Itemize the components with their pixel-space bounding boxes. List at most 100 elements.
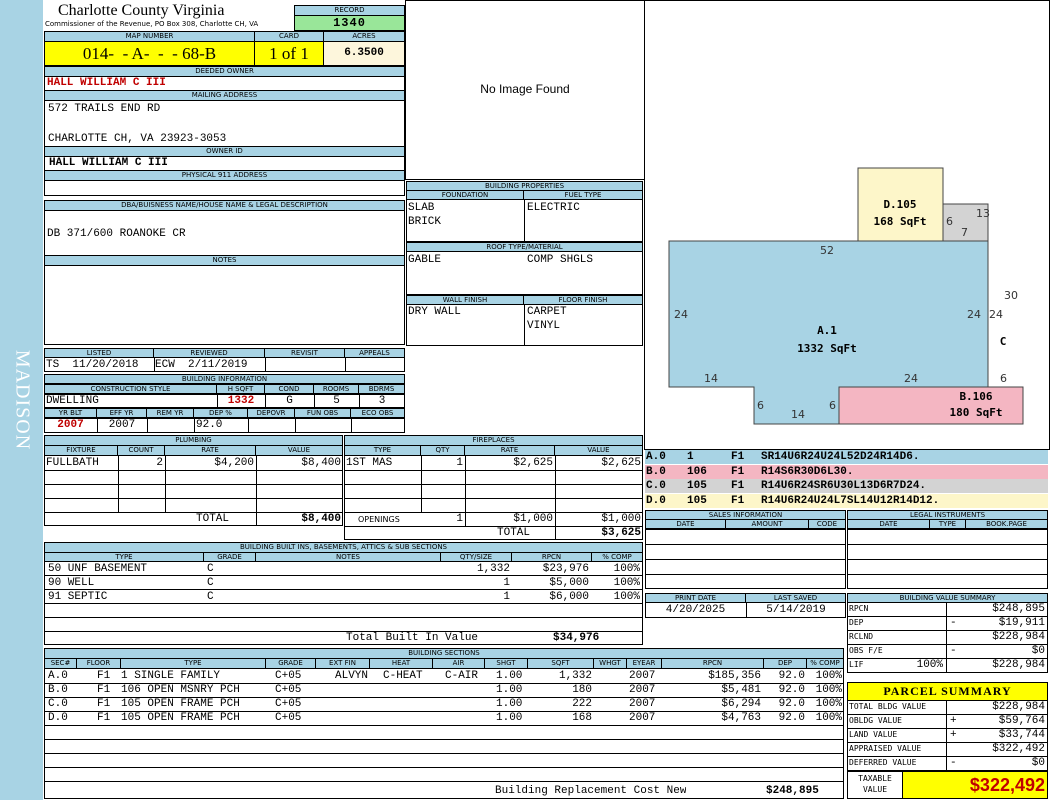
section-shgt: 1.00 [496,670,523,682]
card-number: 1 of 1 [254,41,324,66]
openings-qty: 1 [456,513,463,525]
sketch-legend-desc: R14S6R30D6L30. [761,465,854,478]
sketch-legend-sec: B.0 [646,465,666,478]
value-summary-value: $228,984 [992,631,1045,643]
parcel-summary-sign: - [950,757,957,769]
section-extfin: ALVYN [335,670,369,682]
section-sec: D.0 [48,712,68,724]
dim-a-left: 24 [674,308,688,321]
notes-box [44,265,405,345]
legal-col-book: BOOK.PAGE [965,519,1048,529]
sketch-legend-floor: F1 [731,480,745,492]
fireplaces-total-label: TOTAL [497,527,531,539]
section-comp: 100% [815,698,842,710]
value-summary-row: LIF 100% $228,984 [847,658,1048,673]
section-eyear: 2007 [629,712,656,724]
sketch-label-d-name: D.105 [883,198,916,211]
value-summary-value: $19,911 [998,617,1045,629]
floor-finish-2: VINYL [527,320,561,332]
builtin-comp: 100% [613,563,640,575]
value-summary-row: OBS F/E - $0 [847,644,1048,659]
sketch-label-d-area: 168 SqFt [874,215,927,228]
value-summary-divider [946,630,947,645]
bedrooms: 3 [378,395,386,407]
listed-value: TS 11/20/2018 [46,359,139,371]
section-heat: C-HEAT [383,670,423,682]
parcel-summary-label: APPRAISED VALUE [849,744,922,753]
yrblt-label: YR BLT [44,408,97,418]
section-comp: 100% [815,712,842,724]
sketch-legend-desc: SR14U6R24U24L52D24R14D6. [761,451,920,463]
sketch-label-c-name: C [1000,335,1007,348]
sketch-legend-row: D.0 105 F1 R14U6R24U24L7SL14U12R14D12. [645,493,1048,508]
rooms: 5 [333,395,340,407]
section-rpcn: $185,356 [708,670,761,682]
sketch-label-b-area: 180 SqFt [950,406,1003,419]
dim-a-bot-left: 14 [704,372,718,385]
section-grade: C+05 [275,670,302,682]
reviewed-value: ECW 2/11/2019 [155,359,248,371]
dim-notch-left: 6 [757,399,764,412]
dim-c-left: 24 [989,308,1003,321]
floor-finish-1: CARPET [527,306,567,318]
dba-legal-description: DB 371/600 ROANOKE CR [47,228,186,240]
plumbing-total: $8,400 [301,513,341,525]
section-rpcn: $5,481 [721,684,761,696]
physical-address [44,180,405,196]
dim-notch-bot: 14 [791,408,805,421]
section-dep: 92.0 [778,698,805,710]
fireplace-value: $2,625 [601,457,641,469]
dim-c-top: 13 [976,207,990,220]
section-sqft: 168 [572,712,592,724]
roof-type: GABLE [408,254,442,266]
cond-label: COND [264,384,314,394]
building-sketch: 52 24 24 24 30 13 6 7 14 24 6 6 14 6 D.1… [668,167,1024,425]
sales-col-code: CODE [808,519,846,529]
foundation-2: BRICK [408,216,442,228]
building-info-title: BUILDING INFORMATION [44,374,405,384]
parcel-summary-divider [946,728,947,743]
section-sec: C.0 [48,698,68,710]
plumbing-rate: $4,200 [214,457,254,469]
section-dep: 92.0 [778,712,805,724]
value-summary-value: $228,984 [992,659,1045,671]
legal-col-date: DATE [847,519,930,529]
sidebar-district-label: MADISON [11,349,34,451]
sketch-legend-code: 105 [687,494,707,507]
section-rpcn: $6,294 [721,698,761,710]
value-summary-divider [946,644,947,659]
value-summary-value: $248,895 [992,603,1045,615]
builtin-qty: 1,332 [476,563,510,575]
parcel-summary-value: $33,744 [998,729,1045,741]
sections-row-line [44,739,844,740]
commissioner-address: Commissioner of the Revenue, PO Box 308,… [45,20,259,28]
section-eyear: 2007 [629,670,656,682]
value-summary-row: RCLND $228,984 [847,630,1048,645]
section-comp: 100% [815,670,842,682]
openings-rate: $1,000 [513,513,553,525]
condition: G [286,395,293,407]
fireplace-qty: 1 [456,457,463,469]
value-summary-label: LIF [849,660,864,669]
builtin-comp: 100% [613,591,640,603]
section-shgt: 1.00 [496,684,523,696]
print-date: 4/20/2025 [665,604,726,616]
sketch-legend-desc: R14U6R24U24L7SL14U12R14D12. [761,494,940,507]
plumbing-value: $8,400 [301,457,341,469]
builtin-grade: C [207,563,214,575]
sketch-label-b-name: B.106 [959,390,992,403]
plumbing-count: 2 [156,457,163,469]
parcel-summary-title: PARCEL SUMMARY [847,682,1048,701]
builtin-comp: 100% [613,577,640,589]
section-floor: F1 [97,712,111,724]
rooms-label: ROOMS [313,384,359,394]
parcel-summary-label: LAND VALUE [849,730,898,739]
value-summary-divider [946,602,947,617]
ecoobs-label: ECO OBS [350,408,405,418]
dim-d-7: 7 [961,226,968,239]
parcel-summary-value: $228,984 [992,701,1045,713]
builtin-rpcn: $23,976 [542,563,589,575]
parcel-summary-sign: + [950,729,957,741]
dim-a-bot-right: 24 [904,372,918,385]
sketch-legend-sec: A.0 [646,451,666,463]
